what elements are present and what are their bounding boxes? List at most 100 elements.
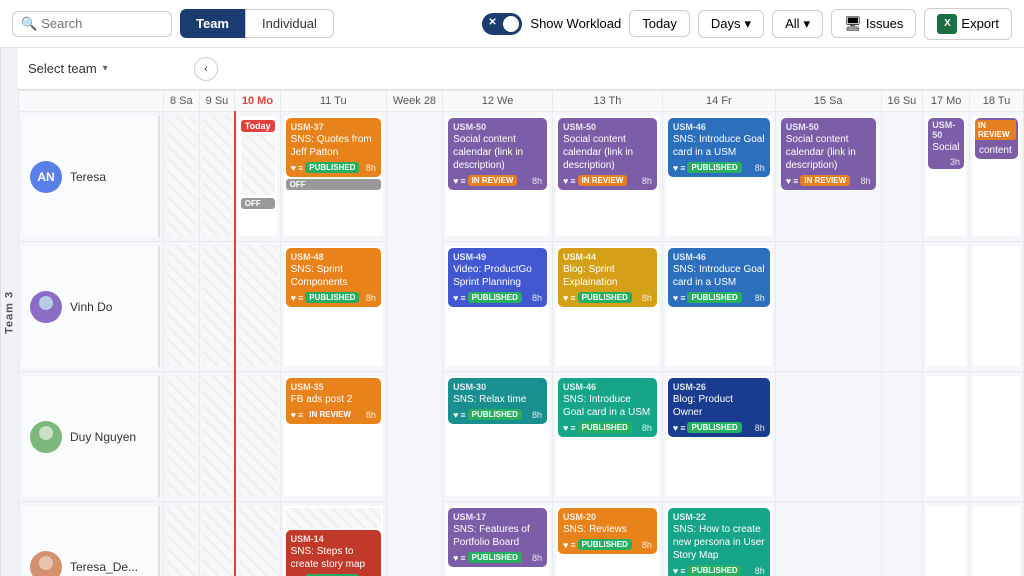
date-col-15: 15 Sa [775, 91, 881, 112]
list-item[interactable]: USM-20 SNS: Reviews ♥≡ PUBLISHED 8h [558, 508, 657, 554]
prev-week-button[interactable]: ‹ [194, 57, 218, 81]
date-col-12: 12 We [443, 91, 553, 112]
list-item[interactable]: USM-46 SNS: Introduce Goal card in a USM… [668, 118, 770, 177]
list-item[interactable]: USM-50 Social content calendar (link in … [558, 118, 657, 190]
day-13-teresa-de[interactable]: USM-20 SNS: Reviews ♥≡ PUBLISHED 8h [552, 502, 662, 576]
day-15-duy[interactable] [775, 372, 881, 502]
day-9-teresa-de[interactable] [199, 502, 235, 576]
date-col-14: 14 Fr [662, 91, 775, 112]
list-item[interactable]: USM-50 Social content calendar (link in … [781, 118, 876, 190]
list-item[interactable]: USM-50 Social content IN REVIEW [975, 118, 1018, 159]
day-13-teresa[interactable]: USM-50 Social content calendar (link in … [552, 112, 662, 242]
avatar [30, 421, 62, 453]
search-box[interactable]: 🔍 [12, 11, 172, 37]
day-8-teresa-de[interactable] [164, 502, 200, 576]
day-12-vinh[interactable]: USM-49 Video: ProductGo Sprint Planning … [443, 242, 553, 372]
today-button[interactable]: Today [629, 10, 690, 37]
day-13-vinh[interactable]: USM-44 Blog: Sprint Explaination ♥≡ PUBL… [552, 242, 662, 372]
list-item[interactable]: USM-37 SNS: Quotes from Jeff Patton ♥≡ P… [286, 118, 381, 177]
day-17-teresa-de[interactable] [923, 502, 970, 576]
day-12-teresa-de[interactable]: USM-17 SNS: Features of Portfolio Board … [443, 502, 553, 576]
list-item[interactable]: USM-26 Blog: Product Owner ♥≡ PUBLISHED … [668, 378, 770, 437]
days-button[interactable]: Days ▾ [698, 10, 764, 38]
chevron-down-icon-3: ▾ [103, 63, 108, 74]
week-28-spacer-2 [386, 242, 442, 372]
day-11-teresa-de[interactable]: USM-14 SNS: Steps to create story map ♥≡… [280, 502, 386, 576]
list-item[interactable]: USM-14 SNS: Steps to create story map ♥≡… [286, 530, 381, 576]
day-14-teresa[interactable]: USM-46 SNS: Introduce Goal card in a USM… [662, 112, 775, 242]
team-button[interactable]: Team [180, 9, 245, 38]
date-col-18: 18 Tu [969, 91, 1023, 112]
day-8-teresa[interactable] [164, 112, 200, 242]
day-18-teresa[interactable]: USM-50 Social content IN REVIEW [969, 112, 1023, 242]
list-item[interactable]: USM-50 Social content calendar (link in … [448, 118, 547, 190]
table-row: AN Teresa Today OFF [19, 112, 1024, 242]
list-item[interactable]: USM-44 Blog: Sprint Explaination ♥≡ PUBL… [558, 248, 657, 307]
user-col-header [19, 91, 164, 112]
day-11-duy[interactable]: USM-35 FB ads post 2 ♥≡ IN REVIEW 8h [280, 372, 386, 502]
day-12-duy[interactable]: USM-30 SNS: Relax time ♥≡ PUBLISHED 8h [443, 372, 553, 502]
day-10-duy[interactable] [235, 372, 280, 502]
day-16-teresa-de[interactable] [881, 502, 923, 576]
day-18-teresa-de[interactable] [969, 502, 1023, 576]
day-10-vinh[interactable] [235, 242, 280, 372]
day-9-teresa[interactable] [199, 112, 235, 242]
view-toggle-group: Team Individual [180, 9, 334, 38]
workload-toggle[interactable]: ✕ [482, 13, 522, 35]
sub-header: Select team ▾ ‹ [18, 48, 1024, 90]
day-15-teresa-de[interactable] [775, 502, 881, 576]
issues-button[interactable]: 🖥 Issues [831, 9, 916, 38]
list-item[interactable]: USM-46 SNS: Introduce Goal card in a USM… [668, 248, 770, 307]
day-16-duy[interactable] [881, 372, 923, 502]
day-11-teresa[interactable]: USM-37 SNS: Quotes from Jeff Patton ♥≡ P… [280, 112, 386, 242]
day-10-teresa[interactable]: Today OFF [235, 112, 280, 242]
list-item[interactable]: USM-17 SNS: Features of Portfolio Board … [448, 508, 547, 567]
table-row: Teresa_De... USM-14 [19, 502, 1024, 576]
list-item[interactable]: USM-35 FB ads post 2 ♥≡ IN REVIEW 8h [286, 378, 381, 424]
day-17-duy[interactable] [923, 372, 970, 502]
avatar [30, 291, 62, 323]
individual-button[interactable]: Individual [245, 9, 334, 38]
day-17-teresa[interactable]: USM-50 Social 3h [923, 112, 970, 242]
day-11-vinh[interactable]: USM-48 SNS: Sprint Components ♥≡ PUBLISH… [280, 242, 386, 372]
list-item[interactable]: USM-48 SNS: Sprint Components ♥≡ PUBLISH… [286, 248, 381, 307]
day-15-vinh[interactable] [775, 242, 881, 372]
day-18-duy[interactable] [969, 372, 1023, 502]
day-14-teresa-de[interactable]: USM-22 SNS: How to create new persona in… [662, 502, 775, 576]
day-9-duy[interactable] [199, 372, 235, 502]
list-item[interactable]: USM-49 Video: ProductGo Sprint Planning … [448, 248, 547, 307]
avatar: AN [30, 161, 62, 193]
day-18-vinh[interactable] [969, 242, 1023, 372]
user-cell-teresa-de: Teresa_De... [19, 502, 164, 576]
table-row: Duy Nguyen USM-35 FB ads [19, 372, 1024, 502]
date-col-13: 13 Th [552, 91, 662, 112]
select-team-dropdown[interactable]: Select team ▾ [28, 61, 188, 76]
avatar [30, 551, 62, 576]
day-10-teresa-de[interactable] [235, 502, 280, 576]
day-8-duy[interactable] [164, 372, 200, 502]
day-9-vinh[interactable] [199, 242, 235, 372]
week-label-header: Week 28 [386, 91, 442, 112]
day-15-teresa[interactable]: USM-50 Social content calendar (link in … [775, 112, 881, 242]
day-14-duy[interactable]: USM-26 Blog: Product Owner ♥≡ PUBLISHED … [662, 372, 775, 502]
day-14-vinh[interactable]: USM-46 SNS: Introduce Goal card in a USM… [662, 242, 775, 372]
list-item[interactable]: USM-22 SNS: How to create new persona in… [668, 508, 770, 576]
date-header-row: 8 Sa 9 Su 10 Mo 11 Tu Week 28 12 We 13 T… [19, 91, 1024, 112]
search-input[interactable] [41, 16, 161, 31]
chevron-down-icon: ▾ [745, 16, 752, 32]
export-button[interactable]: X Export [924, 8, 1012, 40]
week-28-spacer-3 [386, 372, 442, 502]
day-16-teresa[interactable] [881, 112, 923, 242]
list-item[interactable]: USM-50 Social 3h [928, 118, 964, 169]
list-item[interactable]: USM-46 SNS: Introduce Goal card in a USM… [558, 378, 657, 437]
day-17-vinh[interactable] [923, 242, 970, 372]
calendar-grid[interactable]: 8 Sa 9 Su 10 Mo 11 Tu Week 28 12 We 13 T… [18, 90, 1024, 576]
user-name: Teresa_De... [70, 560, 138, 574]
all-button[interactable]: All ▾ [772, 10, 823, 38]
day-13-duy[interactable]: USM-46 SNS: Introduce Goal card in a USM… [552, 372, 662, 502]
day-16-vinh[interactable] [881, 242, 923, 372]
list-item[interactable]: USM-30 SNS: Relax time ♥≡ PUBLISHED 8h [448, 378, 547, 424]
day-8-vinh[interactable] [164, 242, 200, 372]
monitor-icon: 🖥 [844, 15, 862, 32]
day-12-teresa[interactable]: USM-50 Social content calendar (link in … [443, 112, 553, 242]
